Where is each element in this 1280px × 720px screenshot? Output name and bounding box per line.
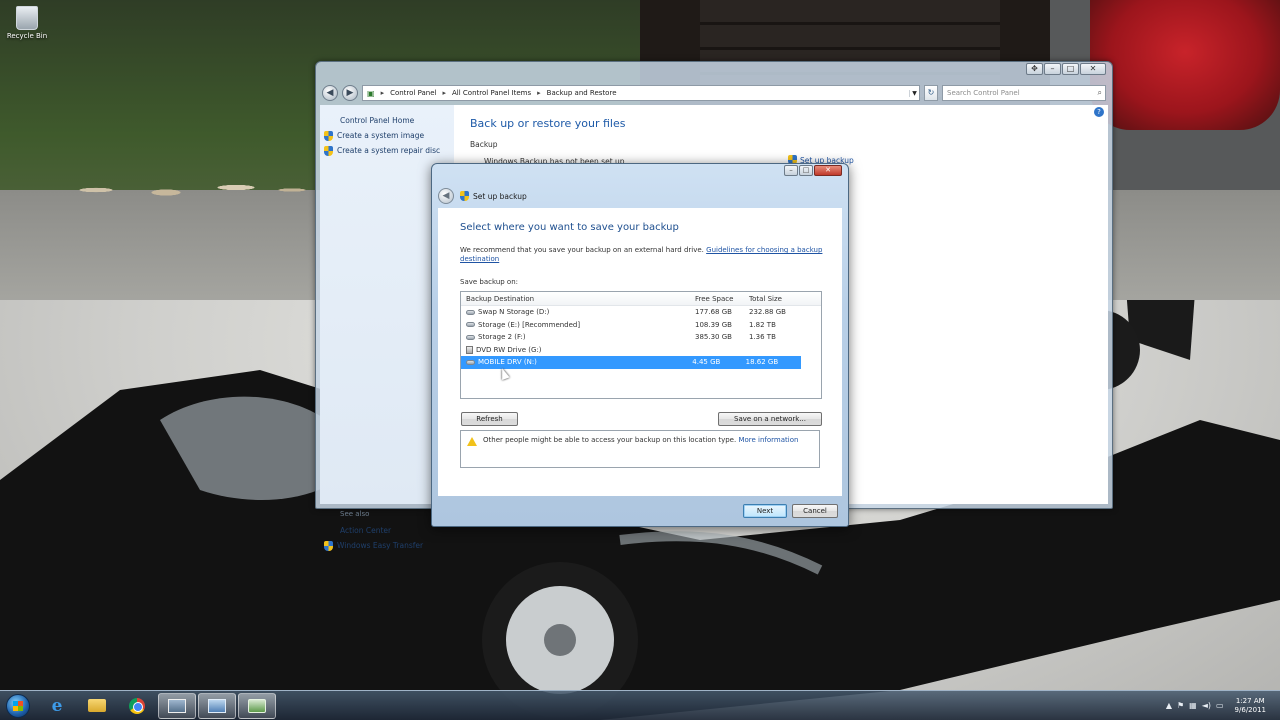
dvd-drive-icon (466, 345, 473, 354)
taskbar-internet-explorer[interactable]: e (38, 693, 76, 719)
see-also-label: See also (340, 510, 370, 518)
shield-icon (324, 540, 333, 551)
navigation-bar: ◀ ▶ ▣ ▸ Control Panel ▸ All Control Pane… (322, 83, 1106, 103)
sidebar-item-label: Windows Easy Transfer (337, 541, 424, 550)
recycle-bin-icon (16, 6, 38, 30)
sidebar-item-label: Create a system image (337, 131, 425, 140)
taskbar-chrome[interactable] (118, 693, 156, 719)
close-button[interactable]: ✕ (1080, 63, 1106, 75)
set-up-backup-dialog: – □ ✕ ◀ Set up backup Select where you w… (431, 163, 849, 527)
backup-icon (460, 191, 469, 201)
clock-time: 1:27 AM (1235, 696, 1265, 705)
section-heading: Backup (470, 140, 498, 149)
list-item-selected[interactable]: MOBILE DRV (N:) 4.45 GB 18.62 GB (461, 356, 801, 369)
address-bar[interactable]: ▣ ▸ Control Panel ▸ All Control Panel It… (362, 85, 920, 101)
breadcrumb-backup-restore[interactable]: Backup and Restore (547, 89, 617, 97)
save-backup-on-label: Save backup on: (460, 278, 519, 286)
taskbar-backup[interactable] (238, 692, 276, 719)
sidebar-item-system-image[interactable]: Create a system image (324, 128, 454, 143)
hard-drive-icon (466, 334, 475, 340)
warning-text: Other people might be able to access you… (483, 436, 737, 444)
sidebar-item-action-center[interactable]: Action Center (324, 523, 423, 538)
more-information-link[interactable]: More information (738, 436, 798, 444)
maximize-button[interactable]: □ (1062, 63, 1079, 75)
clock-date: 9/6/2011 (1234, 705, 1266, 714)
refresh-address-button[interactable]: ↻ (924, 85, 938, 101)
hard-drive-icon (466, 359, 475, 365)
column-header-free-space[interactable]: Free Space (695, 295, 749, 303)
show-hidden-icons-icon[interactable]: ▲ (1166, 701, 1172, 710)
list-header: Backup Destination Free Space Total Size (461, 292, 821, 306)
list-item[interactable]: DVD RW Drive (G:) (461, 344, 821, 357)
dialog-maximize-button[interactable]: □ (799, 165, 813, 176)
column-header-destination[interactable]: Backup Destination (461, 295, 695, 303)
control-panel-icon: ▣ (367, 88, 375, 98)
sidebar-item-easy-transfer[interactable]: Windows Easy Transfer (324, 538, 423, 553)
list-item[interactable]: Storage (E:) [Recommended] 108.39 GB 1.8… (461, 319, 821, 332)
dialog-minimize-button[interactable]: – (784, 165, 798, 176)
dialog-title: Set up backup (473, 191, 527, 201)
system-tray: ▲ ⚑ ▦ ◄) ▭ 1:27 AM 9/6/2011 (1166, 697, 1280, 715)
list-item[interactable]: Swap N Storage (D:) 177.68 GB 232.88 GB (461, 306, 821, 319)
control-panel-titlebar[interactable]: ✥ – □ ✕ (316, 62, 1112, 84)
page-title: Back up or restore your files (470, 117, 626, 130)
cancel-button[interactable]: Cancel (792, 504, 838, 518)
recycle-bin-label: Recycle Bin (6, 32, 48, 40)
forward-button[interactable]: ▶ (342, 85, 358, 101)
sidebar-item-home[interactable]: Control Panel Home (324, 113, 454, 128)
move-icon[interactable]: ✥ (1026, 63, 1043, 75)
network-icon[interactable]: ▦ (1189, 701, 1197, 710)
recycle-bin-desktop-icon[interactable]: Recycle Bin (6, 6, 48, 40)
taskbar-control-panel[interactable] (198, 692, 236, 719)
dialog-close-button[interactable]: ✕ (814, 165, 842, 176)
column-header-total-size[interactable]: Total Size (749, 295, 805, 303)
internet-explorer-icon: e (51, 695, 63, 716)
start-button[interactable] (0, 691, 36, 720)
control-panel-icon (208, 698, 226, 713)
intro-text: We recommend that you save your backup o… (460, 246, 823, 263)
display-icon[interactable]: ▭ (1216, 701, 1224, 710)
windows-logo-icon (6, 693, 30, 718)
taskbar-explorer[interactable] (78, 693, 116, 719)
backup-destination-list[interactable]: Backup Destination Free Space Total Size… (460, 291, 822, 399)
back-button[interactable]: ◀ (322, 85, 338, 101)
dialog-heading: Select where you want to save your backu… (460, 222, 679, 233)
refresh-button[interactable]: Refresh (461, 412, 518, 426)
sidebar-item-label: Create a system repair disc (337, 146, 441, 155)
taskbar: e ▲ ⚑ ▦ ◄) ▭ 1:27 AM 9/6/2011 (0, 690, 1280, 720)
shield-icon (324, 145, 333, 156)
warning-box: Other people might be able to access you… (460, 430, 820, 468)
shield-icon (324, 130, 333, 141)
sidebar-item-repair-disc[interactable]: Create a system repair disc (324, 143, 454, 158)
breadcrumb-all-items[interactable]: All Control Panel Items (452, 89, 531, 97)
hard-drive-icon (466, 309, 475, 315)
taskbar-window[interactable] (158, 692, 196, 719)
chrome-icon (129, 697, 145, 714)
window-icon (168, 698, 186, 713)
folder-icon (88, 699, 106, 712)
action-center-flag-icon[interactable]: ⚑ (1177, 701, 1184, 710)
help-icon[interactable]: ? (1094, 107, 1104, 117)
hard-drive-icon (466, 322, 475, 328)
search-icon: ⌕ (1097, 88, 1102, 97)
volume-icon[interactable]: ◄) (1202, 701, 1211, 710)
search-placeholder: Search Control Panel (947, 89, 1020, 97)
list-item[interactable]: Storage 2 (F:) 385.30 GB 1.36 TB (461, 331, 821, 344)
dialog-back-button[interactable]: ◀ (438, 188, 454, 204)
address-dropdown-icon[interactable]: ▼ (909, 89, 919, 97)
save-on-network-button[interactable]: Save on a network... (718, 412, 822, 426)
backup-icon (248, 698, 266, 713)
clock[interactable]: 1:27 AM 9/6/2011 (1235, 697, 1266, 715)
minimize-button[interactable]: – (1044, 63, 1061, 75)
breadcrumb-control-panel[interactable]: Control Panel (390, 89, 436, 97)
next-button[interactable]: Next (743, 504, 787, 518)
warning-icon (467, 437, 477, 446)
search-input[interactable]: Search Control Panel ⌕ (942, 85, 1106, 101)
